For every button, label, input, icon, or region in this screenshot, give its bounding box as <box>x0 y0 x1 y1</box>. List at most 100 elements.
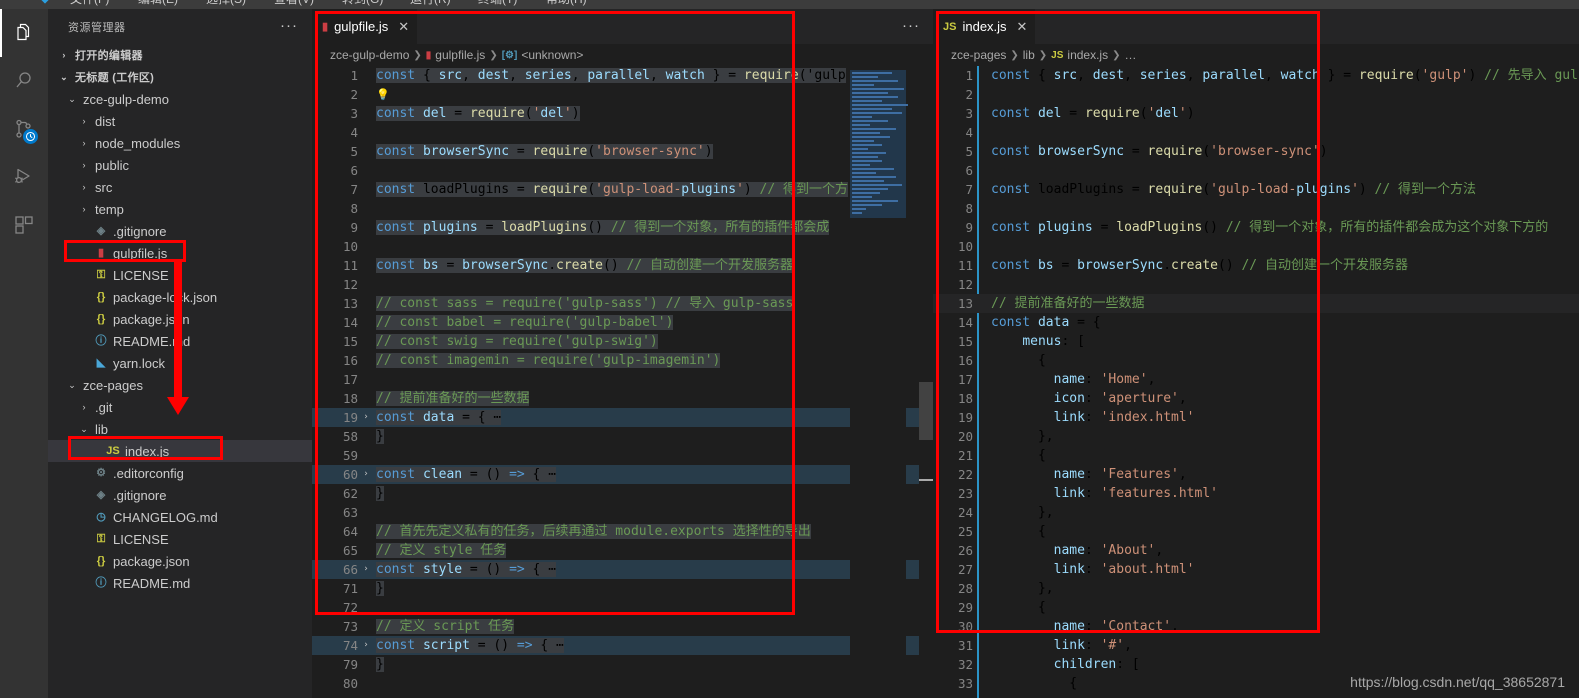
code-line[interactable]: 23 link: 'features.html' <box>933 484 1579 503</box>
code-line[interactable]: 10 <box>933 237 1579 256</box>
tab-gulpfile-js[interactable]: ▮ gulpfile.js ✕ <box>312 9 418 44</box>
quick-fix-lightbulb-icon[interactable]: 💡 <box>376 85 390 104</box>
breadcrumb-item-symbol[interactable]: … <box>1124 48 1136 62</box>
code-line[interactable]: 9 const plugins = loadPlugins() // 得到一个对象… <box>933 218 1579 237</box>
code-line[interactable]: 58} <box>312 427 933 446</box>
code-line[interactable]: 1 const { src, dest, series, parallel, wa… <box>933 66 1579 85</box>
code-line[interactable]: 5 const browserSync = require('browser-sy… <box>312 142 933 161</box>
code-line[interactable]: 74 › const script = () => { ⋯ <box>312 636 933 655</box>
code-line[interactable]: 14 // const babel = require('gulp-babel') <box>312 313 933 332</box>
code-line[interactable]: 62} <box>312 484 933 503</box>
breadcrumb-item-file[interactable]: index.js <box>1067 48 1108 62</box>
code-line[interactable]: 12 <box>312 275 933 294</box>
tree-section-workspace[interactable]: ⌄ 无标题 (工作区) <box>48 66 312 88</box>
code-line[interactable]: 12 <box>933 275 1579 294</box>
tree-item-gitignore[interactable]: ◈ .gitignore <box>48 484 312 506</box>
code-line[interactable]: 6 <box>933 161 1579 180</box>
vertical-scrollbar-1[interactable] <box>919 66 933 698</box>
close-icon[interactable]: ✕ <box>398 20 409 33</box>
minimap-1[interactable] <box>850 66 908 698</box>
chevron-right-icon[interactable]: › <box>76 116 92 126</box>
code-line[interactable]: 32 children: [ <box>933 655 1579 674</box>
menu-select[interactable]: 选择(S) <box>206 0 246 7</box>
menu-file[interactable]: 文件(F) <box>70 0 109 7</box>
breadcrumb-item-folder[interactable]: lib <box>1023 48 1035 62</box>
code-line[interactable]: 63 <box>312 503 933 522</box>
tree-item-src[interactable]: › src <box>48 176 312 198</box>
code-line[interactable]: 3 const del = require('del') <box>312 104 933 123</box>
tree-item-index-js[interactable]: JS index.js <box>48 440 312 462</box>
code-line[interactable]: 11 const bs = browserSync.create() // 自动创… <box>312 256 933 275</box>
code-line[interactable]: 15 // const swig = require('gulp-swig') <box>312 332 933 351</box>
code-editor-gulpfile[interactable]: 1 const { src, dest, series, parallel, wa… <box>312 66 933 698</box>
code-line[interactable]: 64 // 首先先定义私有的任务，后续再通过 module.exports 选择性… <box>312 522 933 541</box>
code-line[interactable]: 8 <box>933 199 1579 218</box>
code-line[interactable]: 59 <box>312 446 933 465</box>
code-line[interactable]: 28 }, <box>933 579 1579 598</box>
chevron-right-icon[interactable]: › <box>76 182 92 192</box>
activity-item-explorer[interactable] <box>0 9 48 57</box>
tree-item-package-json[interactable]: {} package.json <box>48 308 312 330</box>
breadcrumb-item-file[interactable]: gulpfile.js <box>435 48 485 62</box>
code-line[interactable]: 19 link: 'index.html' <box>933 408 1579 427</box>
code-line[interactable]: 73 // 定义 script 任务 <box>312 617 933 636</box>
chevron-down-icon[interactable]: ⌄ <box>64 94 80 105</box>
code-line[interactable]: 16 { <box>933 351 1579 370</box>
menu-terminal[interactable]: 终端(T) <box>478 0 517 7</box>
tree-item-package-json[interactable]: {} package.json <box>48 550 312 572</box>
activity-item-extensions[interactable] <box>0 201 48 249</box>
code-line[interactable]: 7 const loadPlugins = require('gulp-load-… <box>312 180 933 199</box>
code-line[interactable]: 20 }, <box>933 427 1579 446</box>
close-icon[interactable]: ✕ <box>1017 20 1028 33</box>
code-line[interactable]: 22 name: 'Features', <box>933 465 1579 484</box>
code-line[interactable]: 30 name: 'Contact', <box>933 617 1579 636</box>
code-line[interactable]: 24 }, <box>933 503 1579 522</box>
chevron-down-icon[interactable]: ⌄ <box>64 380 80 391</box>
tree-item-dist[interactable]: › dist <box>48 110 312 132</box>
menu-view[interactable]: 查看(V) <box>274 0 314 7</box>
tree-item-gitignore[interactable]: ◈ .gitignore <box>48 220 312 242</box>
code-line[interactable]: 14 const data = { <box>933 313 1579 332</box>
tree-item-lib[interactable]: ⌄ lib <box>48 418 312 440</box>
tree-item-license[interactable]: ⚿ LICENSE <box>48 528 312 550</box>
code-line[interactable]: 25 { <box>933 522 1579 541</box>
tree-item-public[interactable]: › public <box>48 154 312 176</box>
tree-item-zce-pages[interactable]: ⌄ zce-pages <box>48 374 312 396</box>
tree-item-yarn-lock[interactable]: ◣ yarn.lock <box>48 352 312 374</box>
code-line[interactable]: 71} <box>312 579 933 598</box>
code-line[interactable]: 4 <box>312 123 933 142</box>
code-line[interactable]: 80 <box>312 674 933 693</box>
menu-help[interactable]: 帮助(H) <box>546 0 587 7</box>
activity-item-source-control[interactable] <box>0 105 48 153</box>
code-line[interactable]: 2 <box>933 85 1579 104</box>
code-line[interactable]: 8 <box>312 199 933 218</box>
code-line[interactable]: 9 const plugins = loadPlugins() // 得到一个对象… <box>312 218 933 237</box>
code-line[interactable]: 7 const loadPlugins = require('gulp-load-… <box>933 180 1579 199</box>
breadcrumb-item-project[interactable]: zce-gulp-demo <box>330 48 409 62</box>
tree-item-temp[interactable]: › temp <box>48 198 312 220</box>
chevron-right-icon[interactable]: › <box>76 402 92 412</box>
tree-section-open-editors[interactable]: › 打开的编辑器 <box>48 44 312 66</box>
code-line[interactable]: 3 const del = require('del') <box>933 104 1579 123</box>
code-line[interactable]: 72 <box>312 598 933 617</box>
code-line[interactable]: 4 <box>933 123 1579 142</box>
chevron-right-icon[interactable]: › <box>76 204 92 214</box>
code-line[interactable]: 10 <box>312 237 933 256</box>
tree-item-package-lock-json[interactable]: {} package-lock.json <box>48 286 312 308</box>
activity-item-search[interactable] <box>0 57 48 105</box>
code-line[interactable]: 27 link: 'about.html' <box>933 560 1579 579</box>
breadcrumb-item-symbol[interactable]: <unknown> <box>521 48 583 62</box>
code-line[interactable]: 15 menus: [ <box>933 332 1579 351</box>
code-line[interactable]: 18 icon: 'aperture', <box>933 389 1579 408</box>
code-line[interactable]: 79} <box>312 655 933 674</box>
code-line[interactable]: 19 › const data = { ⋯ <box>312 408 933 427</box>
editor-actions-more-button[interactable]: ··· <box>901 18 921 36</box>
code-line[interactable]: 18 // 提前准备好的一些数据 <box>312 389 933 408</box>
tree-item-readme-md[interactable]: ⓘ README.md <box>48 330 312 352</box>
code-line[interactable]: 65 // 定义 style 任务 <box>312 541 933 560</box>
code-line[interactable]: 60 › const clean = () => { ⋯ <box>312 465 933 484</box>
menu-run[interactable]: 运行(R) <box>410 0 451 7</box>
tree-item-gulpfile-js[interactable]: ▮ gulpfile.js <box>48 242 312 264</box>
code-line[interactable]: 11 const bs = browserSync.create() // 自动创… <box>933 256 1579 275</box>
chevron-right-icon[interactable]: › <box>76 160 92 170</box>
